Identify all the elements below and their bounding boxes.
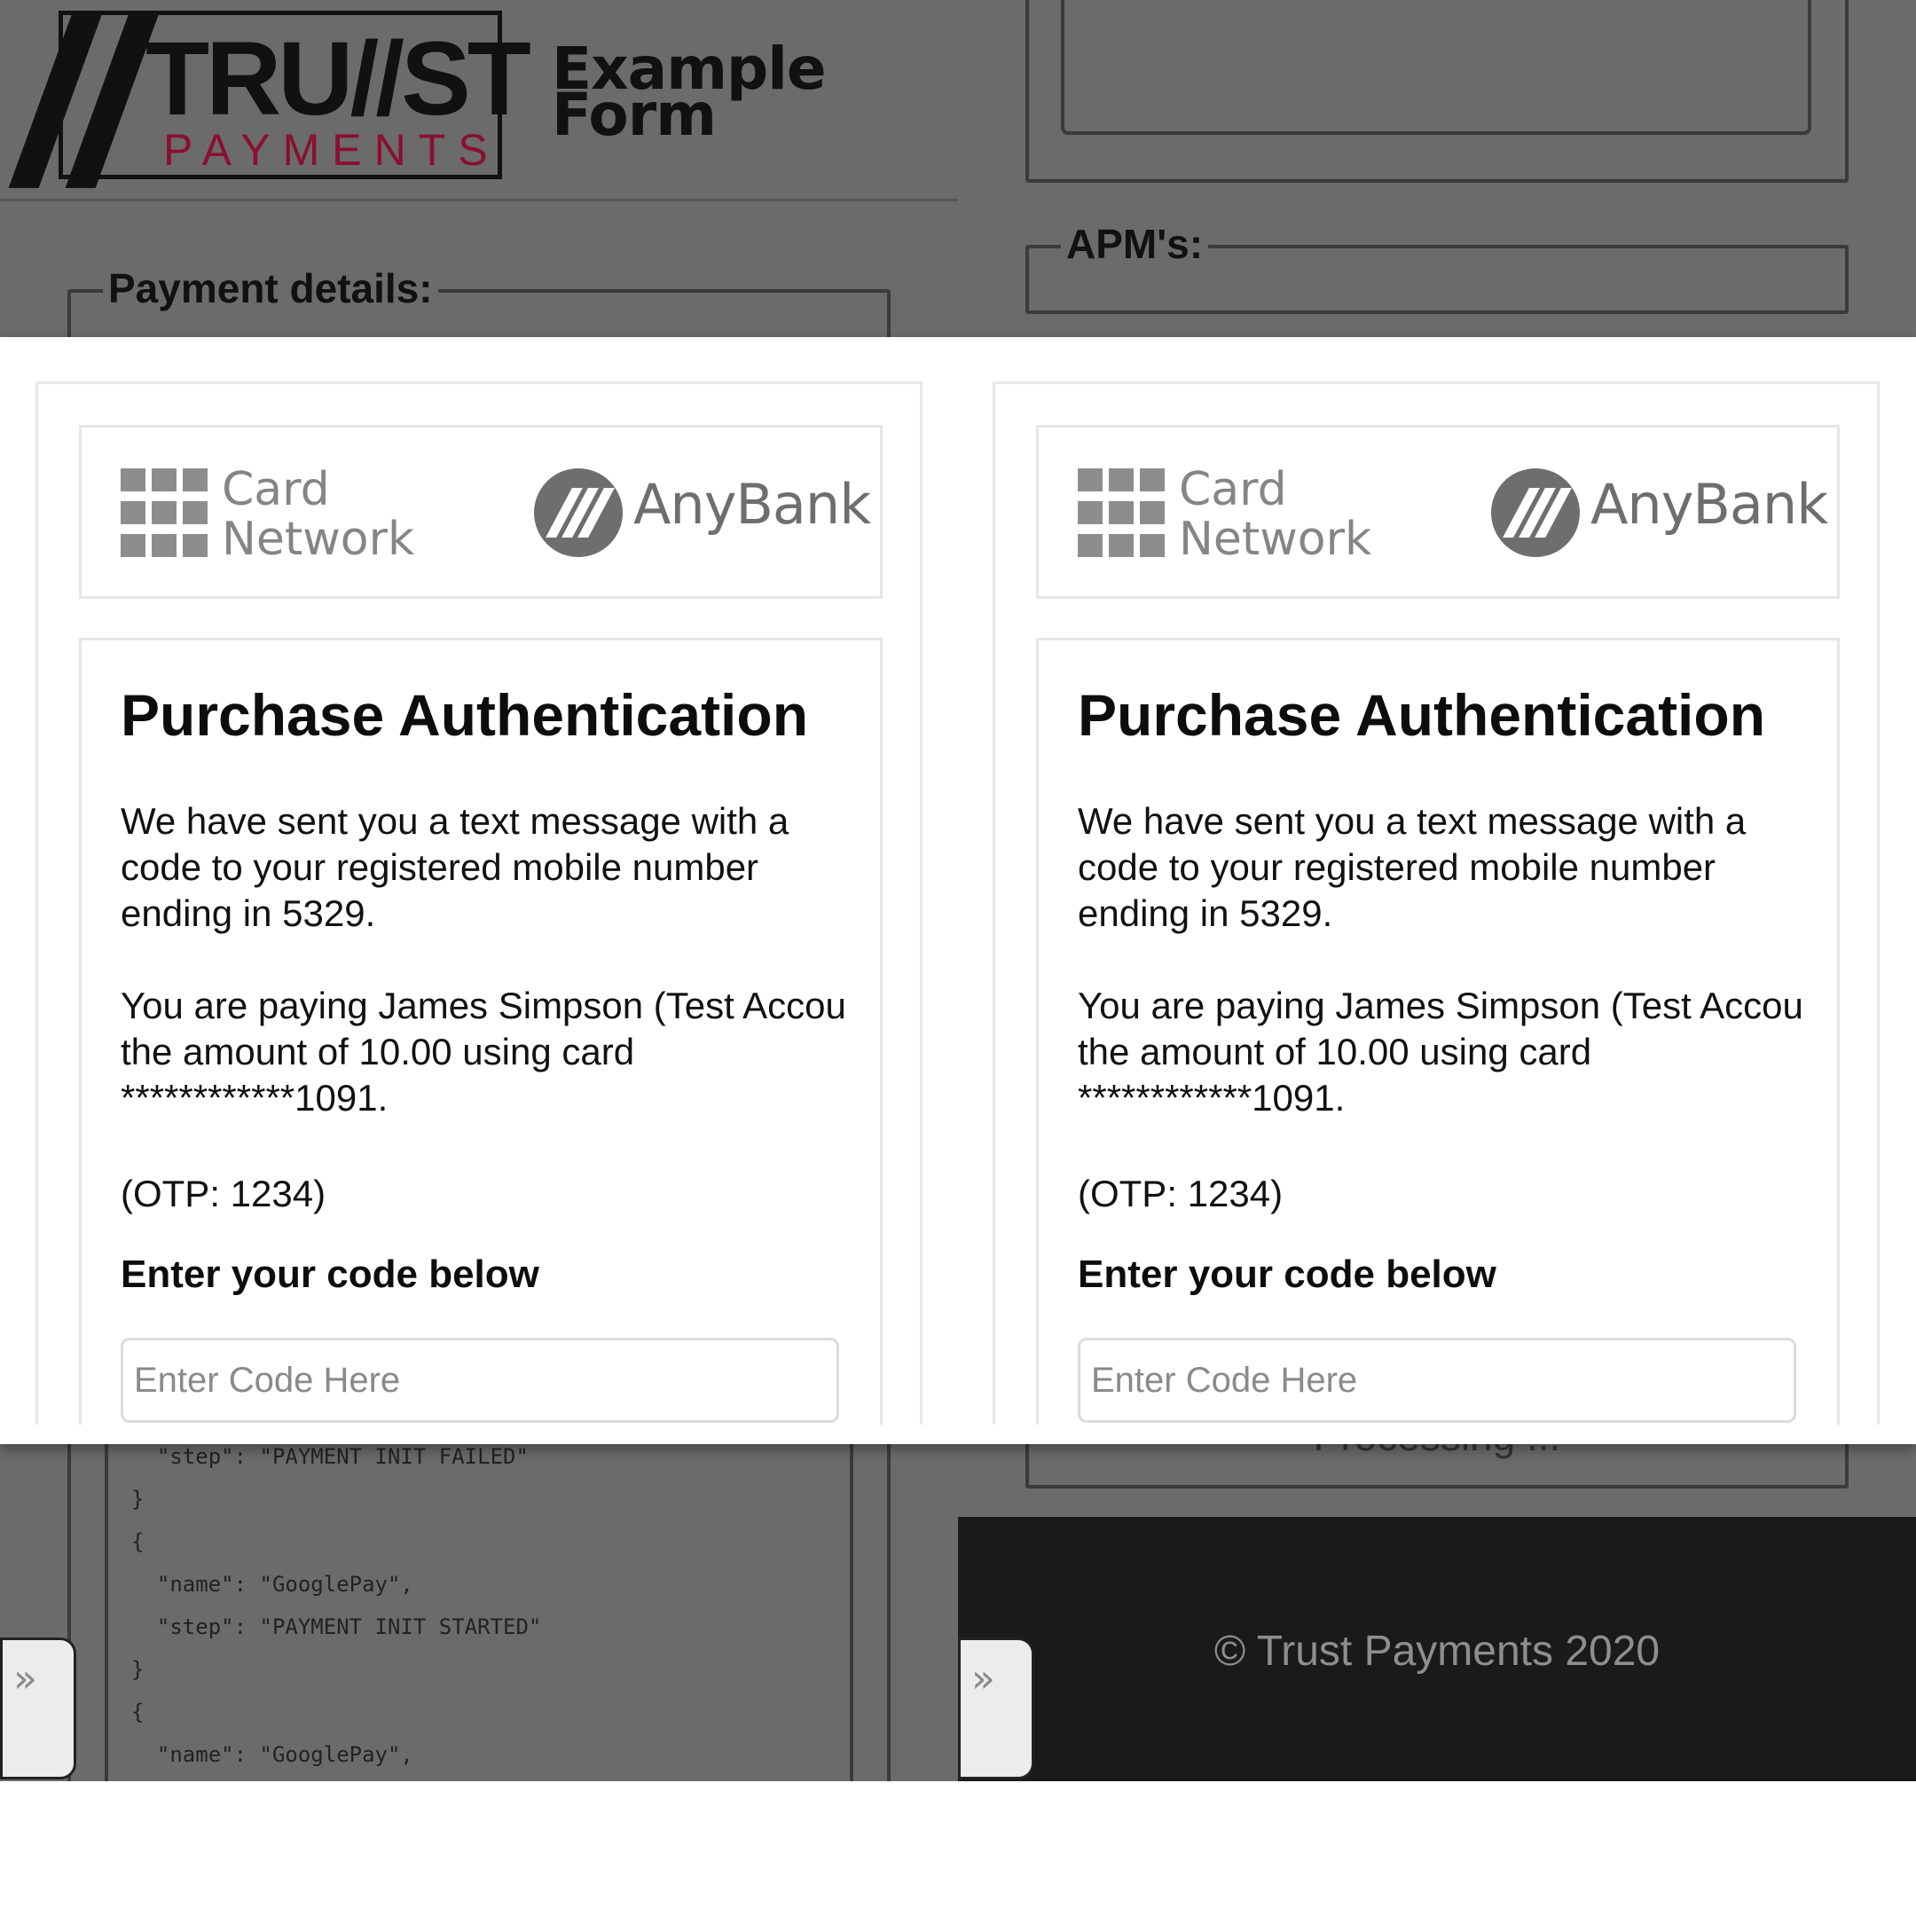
expand-sidebar-button[interactable]: » <box>0 1637 76 1779</box>
card-network-logo: Card Network <box>1179 463 1372 566</box>
authentication-modal: Card Network AnyBank Purchase Authentica… <box>993 381 1880 1425</box>
page-title: Purchase Authentication <box>121 682 809 748</box>
events-log: "step": "PAYMENT INIT FAILED" } { "name"… <box>105 1439 853 1781</box>
card-network-icon <box>121 468 208 557</box>
card-network-icon <box>1078 468 1165 557</box>
sms-sent-message: We have sent you a text message with a c… <box>121 800 789 934</box>
brand-header: Card Network AnyBank <box>1036 425 1840 599</box>
code-line: { <box>131 1529 145 1554</box>
auth-content: Purchase Authentication We have sent you… <box>1036 638 1840 1425</box>
header-divider <box>0 199 958 201</box>
code-line: "step": "PAYMENT INIT FAILED" <box>131 1444 529 1469</box>
page-title: Purchase Authentication <box>1078 682 1766 748</box>
code-line: "step": "PAYMENT INIT STARTED" <box>131 1614 542 1639</box>
auth-content: Purchase Authentication We have sent you… <box>79 638 883 1425</box>
expand-sidebar-button[interactable]: » <box>958 1637 1034 1779</box>
otp-code-input[interactable] <box>121 1338 839 1423</box>
brand-header: Card Network AnyBank <box>79 425 883 599</box>
otp-hint: (OTP: 1234) <box>1078 1173 1284 1214</box>
trust-payments-logo: TRU//ST PAYMENTS <box>8 11 531 188</box>
logo-wordmark: TRU//ST <box>145 20 531 137</box>
code-line: } <box>131 1487 145 1512</box>
otp-code-input[interactable] <box>1078 1338 1796 1423</box>
footer-copyright: © Trust Payments 2020 <box>1213 1628 1661 1675</box>
anybank-logo: AnyBank <box>1590 472 1828 537</box>
double-chevron-right-icon: » <box>13 1656 37 1701</box>
otp-hint: (OTP: 1234) <box>121 1173 326 1214</box>
anybank-icon <box>1491 468 1580 557</box>
double-chevron-right-icon: » <box>971 1656 995 1701</box>
sms-sent-message: We have sent you a text message with a c… <box>1078 800 1747 934</box>
card-input-box <box>1061 0 1811 135</box>
logo-subtext: PAYMENTS <box>163 125 500 175</box>
payment-info: You are paying James Simpson (Test Accou… <box>121 985 846 1119</box>
enter-code-label: Enter your code below <box>121 1253 539 1296</box>
payment-details-legend: Payment details: <box>103 264 438 312</box>
anybank-icon <box>534 468 623 557</box>
footer: © Trust Payments 2020 <box>958 1517 1916 1781</box>
card-network-logo: Card Network <box>222 463 415 566</box>
payment-info: You are paying James Simpson (Test Accou… <box>1078 985 1803 1119</box>
code-line: "name": "GooglePay", <box>131 1742 413 1767</box>
code-line: } <box>131 1657 145 1682</box>
anybank-logo: AnyBank <box>633 472 871 537</box>
apms-legend: APM's: <box>1061 220 1209 268</box>
code-line: { <box>131 1700 145 1724</box>
code-line: "name": "GooglePay", <box>131 1572 413 1597</box>
enter-code-label: Enter your code below <box>1078 1253 1496 1296</box>
authentication-modal: Card Network AnyBank Purchase Authentica… <box>35 381 923 1425</box>
example-form-title: Example Form <box>552 35 827 149</box>
